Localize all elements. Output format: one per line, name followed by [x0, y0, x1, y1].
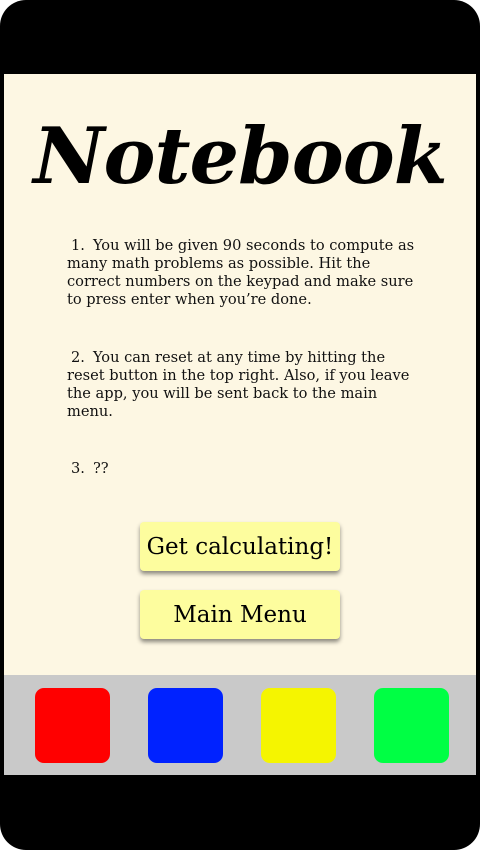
- instruction-2-number: 2.: [71, 349, 85, 366]
- yellow-key-button[interactable]: [261, 688, 336, 763]
- color-key-bar: [4, 675, 476, 775]
- instruction-1: 1. You will be given 90 seconds to comput…: [67, 237, 427, 309]
- instruction-2-text: You can reset at any time by hitting the…: [67, 349, 410, 420]
- red-key-button[interactable]: [35, 688, 110, 763]
- main-menu-button[interactable]: Main Menu: [140, 590, 340, 639]
- device-frame: Notebook 1. You will be given 90 seconds …: [0, 0, 480, 850]
- green-key-button[interactable]: [374, 688, 449, 763]
- instruction-1-text: You will be given 90 seconds to compute …: [67, 237, 415, 308]
- blue-key-button[interactable]: [148, 688, 223, 763]
- instruction-3: 3.??: [67, 460, 427, 478]
- app-title: Notebook: [33, 111, 448, 202]
- get-calculating-button[interactable]: Get calculating!: [140, 522, 340, 571]
- instruction-1-number: 1.: [71, 237, 85, 254]
- instruction-2: 2. You can reset at any time by hitting t…: [67, 349, 427, 421]
- instruction-3-text: ??: [92, 460, 109, 477]
- instruction-3-number: 3.: [71, 460, 85, 477]
